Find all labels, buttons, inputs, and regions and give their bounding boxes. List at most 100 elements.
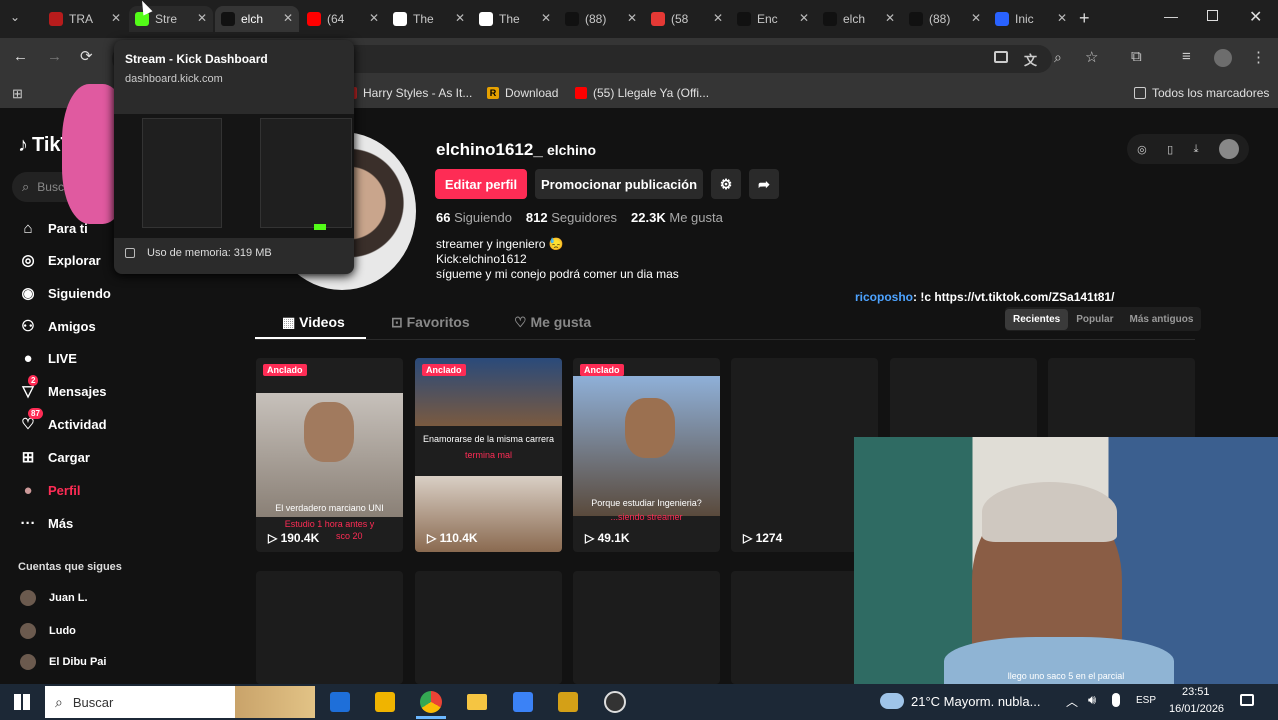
video-card[interactable]: Anclado Porque estudiar Ingenieria? ...s… (573, 358, 720, 552)
forward-icon[interactable]: → (47, 48, 62, 65)
all-bookmarks[interactable]: Todos los marcadores (1134, 86, 1269, 100)
minimize-icon[interactable]: — (1164, 8, 1178, 24)
following-account[interactable]: Juan L. (20, 590, 88, 606)
mic-icon[interactable] (1112, 693, 1120, 707)
browser-tab[interactable]: (58 ✕ (645, 6, 729, 32)
tab-close-icon[interactable]: ✕ (283, 11, 293, 25)
chrome-icon[interactable] (420, 691, 442, 713)
following-account[interactable]: El Dibu Pai (20, 654, 106, 670)
following-account[interactable]: Ludo (20, 623, 76, 639)
sidebar-item-mensajes[interactable]: ▽ 2 Mensajes (18, 375, 107, 401)
language[interactable]: ESP (1136, 695, 1156, 706)
browser-tab[interactable]: elch ✕ (215, 6, 299, 32)
tab-close-icon[interactable]: ✕ (799, 11, 809, 25)
weather-text[interactable]: 21°C Mayorm. nubla... (911, 694, 1040, 709)
sort-recent[interactable]: Recientes (1005, 308, 1069, 330)
clock-time[interactable]: 23:51 (1182, 686, 1210, 698)
zoom-icon[interactable]: ⌕ (1054, 49, 1062, 66)
back-icon[interactable]: ← (13, 48, 28, 65)
browser-tab[interactable]: TRA ✕ (43, 6, 127, 32)
tab-close-icon[interactable]: ✕ (455, 11, 465, 25)
browser-tab[interactable]: (88) ✕ (903, 6, 987, 32)
browser-tab[interactable]: Inic ✕ (989, 6, 1073, 32)
tab-close-icon[interactable]: ✕ (1057, 11, 1067, 25)
windows-start-icon[interactable] (14, 694, 30, 710)
tab-likes[interactable]: ♡ Me gusta (514, 314, 591, 331)
tab-close-icon[interactable]: ✕ (885, 11, 895, 25)
new-tab-button[interactable]: + (1079, 8, 1090, 29)
tab-videos[interactable]: ▦ Videos (282, 314, 345, 331)
stat-followers[interactable]: 812 Seguidores (526, 210, 617, 225)
bookmark-item[interactable]: (55) Llegale Ya (Offi... (575, 86, 709, 100)
browser-tab[interactable]: The ✕ (473, 6, 557, 32)
sidebar-item-siguiendo[interactable]: ◉ Siguiendo (18, 283, 110, 303)
sidebar-item-más[interactable]: ··· Más (18, 513, 74, 533)
reload-icon[interactable]: ⟳ (80, 47, 93, 65)
video-card-placeholder[interactable] (415, 571, 562, 684)
media-icon[interactable]: ≡ (1182, 48, 1191, 65)
file-explorer-icon[interactable] (467, 694, 487, 710)
close-window-icon[interactable]: ✕ (1249, 7, 1262, 27)
user-avatar-small[interactable] (1218, 139, 1239, 159)
avatar: ● (23, 481, 33, 499)
sidebar-item-explorar[interactable]: ◎ Explorar (18, 250, 100, 270)
browser-tab[interactable]: The ✕ (387, 6, 471, 32)
promote-button[interactable]: Promocionar publicación (535, 169, 703, 199)
app-icon[interactable] (375, 692, 395, 712)
menu-icon[interactable]: ⋮ (1251, 48, 1266, 66)
video-card[interactable]: Anclado Enamorarse de la misma carrera t… (415, 358, 562, 552)
notifications-icon[interactable] (1240, 694, 1254, 706)
tab-close-icon[interactable]: ✕ (369, 11, 379, 25)
tab-close-icon[interactable]: ✕ (197, 11, 207, 25)
taskbar-search[interactable]: ⌕ Buscar (45, 686, 315, 718)
tab-close-icon[interactable]: ✕ (627, 11, 637, 25)
edit-profile-button[interactable]: Editar perfil (435, 169, 527, 199)
obs-icon[interactable] (604, 691, 626, 713)
tray-chevron-icon[interactable]: ︿ (1066, 693, 1078, 710)
extensions-icon[interactable]: ⧉ (1131, 48, 1142, 65)
sort-popular[interactable]: Popular (1068, 309, 1121, 330)
download-icon[interactable]: ⤓ (1194, 143, 1199, 156)
tab-close-icon[interactable]: ✕ (971, 11, 981, 25)
sidebar-item-para-ti[interactable]: ⌂ Para ti (18, 218, 87, 238)
phone-icon[interactable]: ▯ (1167, 143, 1173, 156)
app-icon[interactable] (558, 692, 578, 712)
apps-icon[interactable]: ⊞ (12, 86, 23, 102)
sidebar-item-actividad[interactable]: ♡ 87 Actividad (18, 408, 107, 434)
clock-date[interactable]: 16/01/2026 (1169, 703, 1224, 715)
browser-tab[interactable]: Enc ✕ (731, 6, 815, 32)
share-icon[interactable]: ➦ (749, 169, 779, 199)
restore-icon[interactable] (1207, 10, 1218, 21)
profile-avatar[interactable] (1214, 49, 1232, 67)
video-card-placeholder[interactable] (573, 571, 720, 684)
tab-close-icon[interactable]: ✕ (111, 11, 121, 25)
sidebar-item-live[interactable]: ● LIVE (18, 348, 76, 368)
settings-icon[interactable]: ⚙ (711, 169, 741, 199)
video-card-placeholder[interactable] (256, 571, 403, 684)
translate-icon[interactable]: 文 (1024, 50, 1037, 69)
browser-tab[interactable]: elch ✕ (817, 6, 901, 32)
tab-close-icon[interactable]: ✕ (713, 11, 723, 25)
browser-tab[interactable]: (64 ✕ (301, 6, 385, 32)
compass-small-icon[interactable]: ◎ (1137, 143, 1147, 156)
sidebar-item-amigos[interactable]: ⚇ Amigos (18, 316, 95, 336)
star-icon[interactable]: ☆ (1085, 48, 1098, 66)
outlook-icon[interactable] (330, 692, 350, 712)
bookmark-item[interactable]: R Download (487, 86, 558, 100)
tab-close-icon[interactable]: ✕ (541, 11, 551, 25)
sort-oldest[interactable]: Más antiguos (1121, 309, 1201, 330)
stat-following[interactable]: 66 Siguiendo (436, 210, 512, 225)
tab-search-icon[interactable]: ⌄ (10, 10, 20, 24)
tab-favorites[interactable]: ⊡ Favoritos (391, 314, 470, 331)
install-icon[interactable] (994, 51, 1008, 63)
bookmark-item[interactable]: Harry Styles - As It... (345, 86, 472, 100)
browser-tab[interactable]: (88) ✕ (559, 6, 643, 32)
sidebar-item-cargar[interactable]: ⊞ Cargar (18, 447, 90, 467)
tab-label: Favoritos (406, 314, 470, 330)
stat-label: Seguidores (551, 210, 618, 225)
store-icon[interactable] (513, 692, 533, 712)
video-card[interactable]: Anclado El verdadero marciano UNI Estudi… (256, 358, 403, 552)
preview-panel (142, 118, 222, 228)
volume-icon[interactable]: 🔊︎ (1088, 692, 1096, 708)
sidebar-item-perfil[interactable]: ● Perfil (18, 480, 80, 500)
